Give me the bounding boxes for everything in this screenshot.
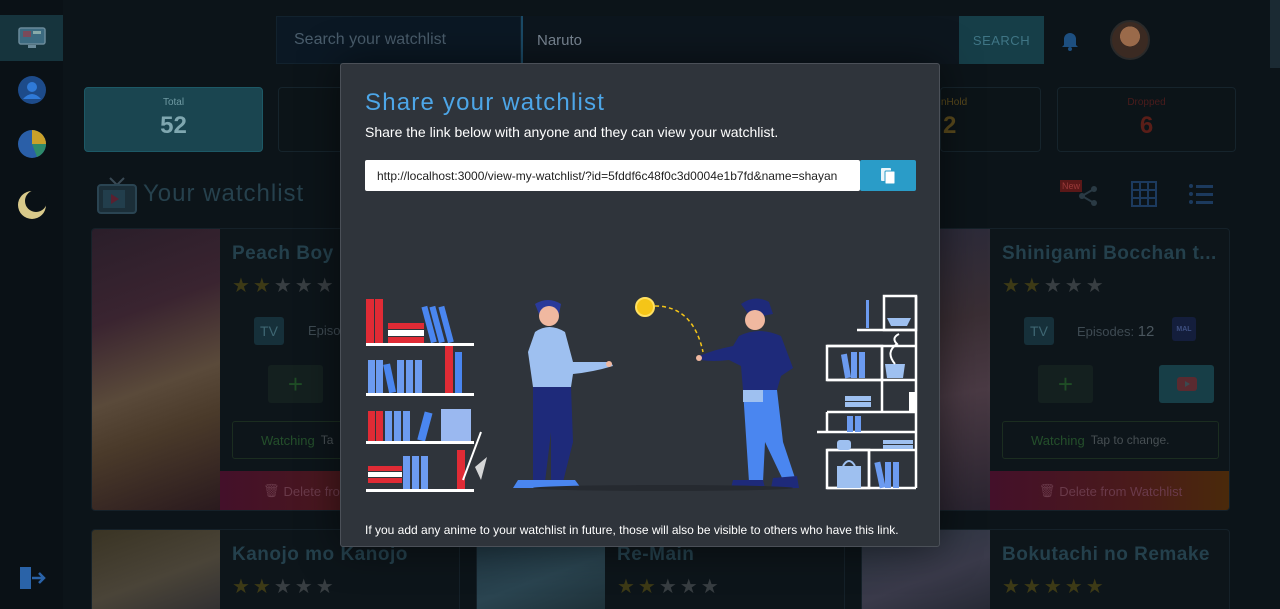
sidebar: [0, 0, 63, 609]
share-icon: [1079, 186, 1097, 206]
anime-title[interactable]: Bokutachi no Remake: [1002, 544, 1210, 566]
status-label: Watching: [261, 432, 315, 448]
trailer-button[interactable]: [1159, 365, 1214, 403]
share-watchlist-button[interactable]: New: [1060, 180, 1100, 208]
grid-view-icon[interactable]: [1131, 181, 1157, 207]
delete-label: Delete from Watchlist: [1059, 483, 1183, 499]
add-episode-button[interactable]: +: [1038, 365, 1093, 403]
stat-label: Dropped: [1127, 97, 1166, 108]
modal-subtitle: Share the link below with anyone and the…: [365, 124, 779, 140]
copy-link-button[interactable]: [860, 160, 916, 191]
pie-chart-icon: [17, 130, 46, 158]
delete-button[interactable]: 🗑 Delete from Watchlist: [990, 471, 1229, 510]
search-bar: Search your watchlist SEARCH: [276, 16, 1044, 64]
sidebar-logout[interactable]: [0, 555, 63, 601]
anime-poster[interactable]: [92, 229, 220, 510]
delete-label: Delete fro: [283, 483, 340, 499]
search-input[interactable]: [521, 16, 959, 64]
episodes-info: Episodes: 12: [1077, 323, 1154, 340]
anime-title[interactable]: Re-Main: [617, 544, 694, 566]
search-mode-dropdown[interactable]: Search your watchlist: [276, 16, 521, 64]
tv-icon: [97, 177, 137, 214]
status-hint: Ta: [320, 433, 334, 447]
type-badge: TV: [254, 317, 284, 345]
add-episode-button[interactable]: +: [268, 365, 323, 403]
status-button[interactable]: Watching Tap to change.: [1002, 421, 1219, 459]
list-view-icon[interactable]: [1188, 182, 1214, 206]
moon-icon: [17, 190, 47, 219]
mal-link[interactable]: MAL: [1172, 317, 1196, 341]
person-right: [696, 298, 799, 488]
monitor-icon: [17, 27, 46, 48]
stat-total: Total 52: [84, 87, 263, 152]
stat-value: 52: [160, 112, 187, 139]
bell-icon[interactable]: [1058, 28, 1082, 52]
stat-onhold: nHold 2: [940, 87, 1041, 152]
sidebar-item-theme[interactable]: [0, 182, 63, 228]
youtube-icon: [1176, 377, 1197, 391]
search-button[interactable]: SEARCH: [959, 16, 1044, 64]
trash-icon: 🗑: [1038, 483, 1056, 498]
anime-title[interactable]: Peach Boy R: [232, 243, 354, 265]
left-bookshelf: [366, 299, 487, 492]
person-left: [513, 300, 613, 488]
share-link-field[interactable]: [365, 160, 860, 191]
sidebar-item-dashboard[interactable]: [0, 15, 63, 61]
anime-title[interactable]: Kanojo mo Kanojo: [232, 544, 408, 566]
trash-icon: 🗑: [263, 483, 280, 498]
right-bookshelf-items: [837, 300, 915, 489]
stat-value: 6: [1139, 112, 1154, 139]
scrollbar[interactable]: [1270, 0, 1280, 68]
episodes-label: Episodes:: [1077, 324, 1135, 339]
episodes-value: 12: [1137, 323, 1155, 340]
modal-footer-note: If you add any anime to your watchlist i…: [365, 523, 899, 537]
modal-title: Share your watchlist: [365, 89, 606, 116]
status-hint: Tap to change.: [1090, 433, 1170, 447]
rating-stars[interactable]: ★★★★★: [617, 574, 722, 599]
logout-icon: [19, 567, 46, 589]
share-watchlist-modal: Share your watchlist Share the link belo…: [340, 63, 940, 547]
rating-stars[interactable]: ★★★★★: [232, 574, 337, 599]
coin: [635, 297, 704, 353]
rating-stars[interactable]: ★★★★★: [1002, 273, 1107, 298]
status-label: Watching: [1031, 432, 1085, 448]
sidebar-item-stats[interactable]: [0, 121, 63, 167]
stat-label: Total: [162, 97, 185, 108]
anime-poster[interactable]: [92, 530, 220, 609]
section-title: Your watchlist: [143, 180, 305, 207]
stat-dropped: Dropped 6: [1057, 87, 1236, 152]
rating-stars[interactable]: ★★★★★: [232, 273, 337, 298]
avatar[interactable]: [1110, 20, 1150, 60]
sidebar-item-profile[interactable]: [0, 67, 63, 113]
sharing-illustration: [366, 294, 918, 492]
stat-label: nHold: [941, 97, 968, 108]
copy-icon: [881, 167, 896, 184]
user-icon: [17, 76, 46, 104]
type-badge: TV: [1024, 317, 1054, 345]
stat-value: 2: [943, 112, 957, 139]
rating-stars[interactable]: ★★★★★: [1002, 574, 1107, 599]
anime-title[interactable]: Shinigami Bocchan t...: [1002, 243, 1217, 265]
